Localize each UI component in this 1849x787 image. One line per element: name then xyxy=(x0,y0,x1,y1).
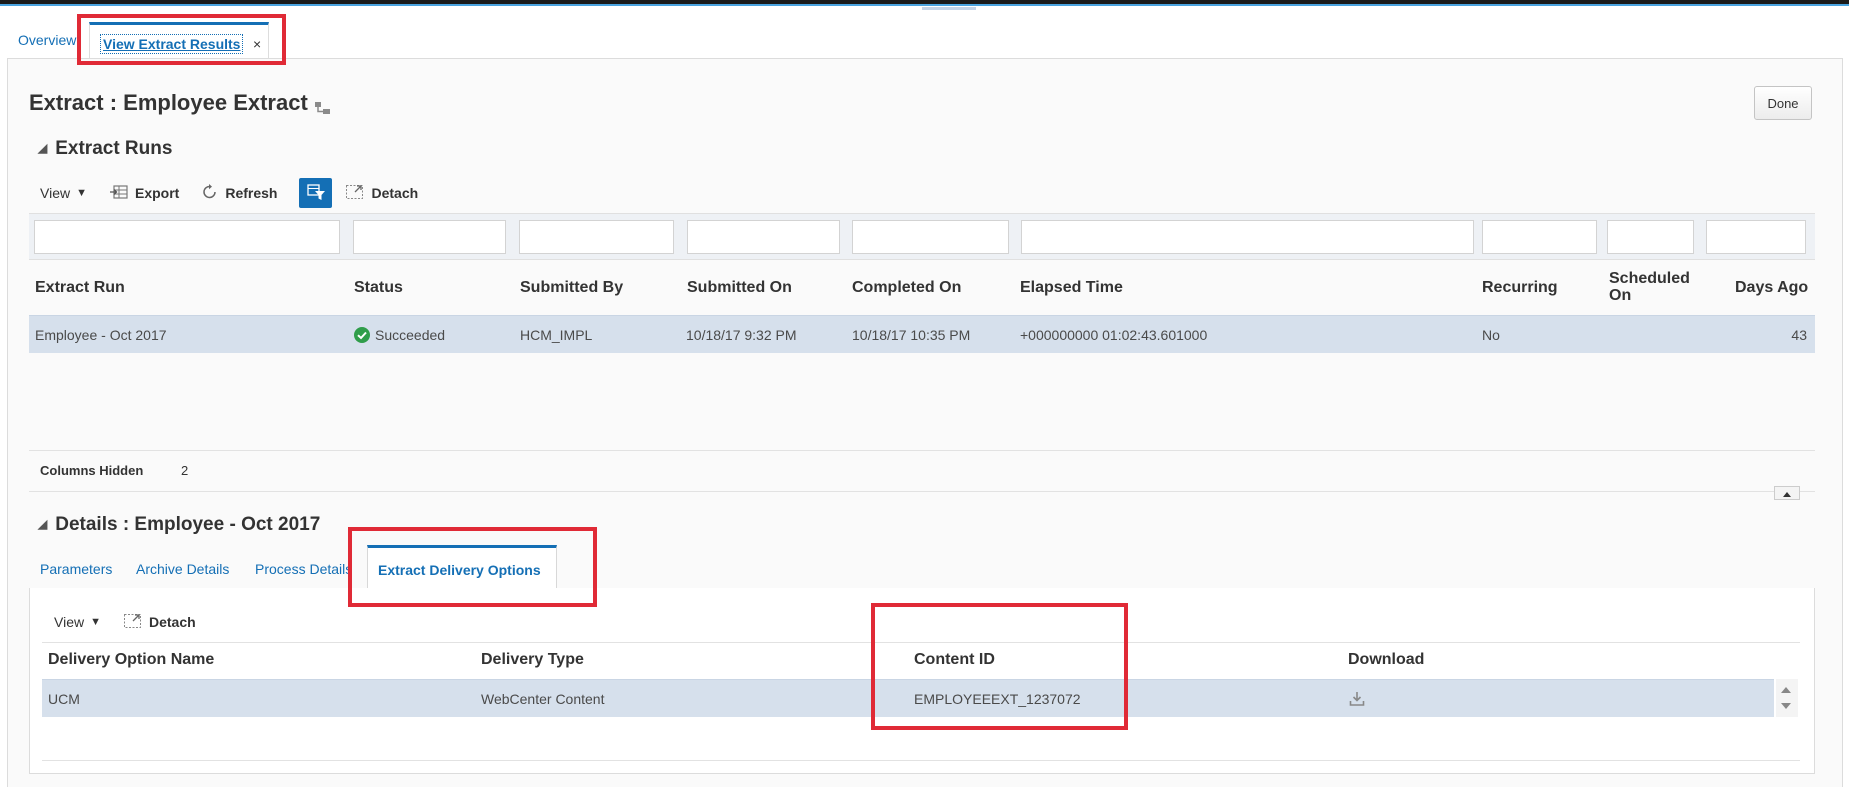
runs-toolbar: View ▼ Export Refresh Detach xyxy=(40,178,440,208)
cell-status: Succeeded xyxy=(354,327,445,343)
tab-extract-delivery-options-label: Extract Delivery Options xyxy=(378,562,541,578)
table-row[interactable]: UCM WebCenter Content EMPLOYEEEXT_123707… xyxy=(42,679,1774,717)
tab-overview[interactable]: Overview xyxy=(18,32,76,48)
filter-elapsed-time[interactable] xyxy=(1021,220,1474,254)
page-title-text: Extract : Employee Extract xyxy=(29,90,308,115)
detach-label: Detach xyxy=(371,185,419,201)
detach-label: Detach xyxy=(148,614,196,630)
refresh-button[interactable]: Refresh xyxy=(201,183,277,204)
status-text: Succeeded xyxy=(375,327,446,343)
collapse-triangle-icon[interactable]: ◢ xyxy=(38,517,47,531)
tab-parameters[interactable]: Parameters xyxy=(40,561,112,577)
export-button[interactable]: Export xyxy=(109,183,179,204)
col-extract-run[interactable]: Extract Run xyxy=(35,279,125,296)
columns-hidden-count[interactable]: 2 xyxy=(181,463,188,478)
detach-button[interactable]: Detach xyxy=(345,183,418,204)
page-tab-bar: Overview View Extract Results × xyxy=(0,22,1849,60)
page-title: Extract : Employee Extract xyxy=(29,90,332,116)
columns-hidden-bar: Columns Hidden 2 xyxy=(29,450,1815,492)
extract-runs-title: Extract Runs xyxy=(55,138,173,159)
tab-view-extract-results[interactable]: View Extract Results × xyxy=(89,22,269,60)
delivery-header-divider xyxy=(42,642,1800,643)
caret-down-icon: ▼ xyxy=(90,616,101,628)
view-menu-label: View xyxy=(54,614,85,630)
delivery-toolbar: View ▼ Detach xyxy=(54,609,218,635)
tab-archive-details[interactable]: Archive Details xyxy=(136,561,229,577)
detach-button[interactable]: Detach xyxy=(123,612,196,633)
window-top-strip xyxy=(0,0,1849,10)
caret-down-icon: ▼ xyxy=(76,187,87,199)
query-by-example-button[interactable] xyxy=(299,178,333,208)
delivery-footer-divider xyxy=(42,760,1800,761)
col-delivery-option-name[interactable]: Delivery Option Name xyxy=(48,651,214,669)
detach-icon xyxy=(123,612,143,633)
cell-delivery-option-name: UCM xyxy=(48,691,80,707)
done-button[interactable]: Done xyxy=(1754,86,1812,120)
cell-delivery-type: WebCenter Content xyxy=(481,691,605,707)
filter-extract-run[interactable] xyxy=(34,220,340,254)
cell-completed-on: 10/18/17 10:35 PM xyxy=(852,327,971,343)
col-delivery-type[interactable]: Delivery Type xyxy=(481,651,584,669)
col-days-ago[interactable]: Days Ago xyxy=(1735,279,1808,296)
view-menu[interactable]: View ▼ xyxy=(40,185,87,201)
cell-recurring: No xyxy=(1482,327,1500,343)
filter-status[interactable] xyxy=(353,220,506,254)
details-title: Details : Employee - Oct 2017 xyxy=(55,514,321,535)
col-completed-on[interactable]: Completed On xyxy=(852,279,961,296)
filter-icon xyxy=(306,183,326,204)
collapse-triangle-icon[interactable]: ◢ xyxy=(38,141,47,155)
close-icon[interactable]: × xyxy=(253,36,261,52)
filter-recurring[interactable] xyxy=(1482,220,1597,254)
cell-content-id: EMPLOYEEEXT_1237072 xyxy=(914,691,1081,707)
table-row[interactable]: Employee - Oct 2017 Succeeded HCM_IMPL 1… xyxy=(29,315,1815,353)
cell-submitted-on: 10/18/17 9:32 PM xyxy=(686,327,797,343)
extract-runs-header[interactable]: ◢ Extract Runs xyxy=(38,138,172,160)
columns-hidden-label: Columns Hidden xyxy=(40,463,144,478)
export-icon xyxy=(109,183,129,204)
col-scheduled-on[interactable]: Scheduled On xyxy=(1609,270,1699,304)
cell-submitted-by: HCM_IMPL xyxy=(520,327,593,343)
check-icon xyxy=(354,327,370,343)
cell-elapsed-time: +000000000 01:02:43.601000 xyxy=(1020,327,1208,343)
cell-extract-run: Employee - Oct 2017 xyxy=(35,327,167,343)
col-content-id[interactable]: Content ID xyxy=(914,651,995,669)
col-download[interactable]: Download xyxy=(1348,651,1424,669)
splitter-collapse-button[interactable] xyxy=(1774,486,1800,500)
scroll-up-icon[interactable] xyxy=(1781,687,1791,693)
filter-scheduled-on[interactable] xyxy=(1607,220,1694,254)
vertical-scrollbar[interactable] xyxy=(1776,679,1798,717)
detach-icon xyxy=(345,183,365,204)
col-recurring[interactable]: Recurring xyxy=(1482,279,1558,296)
filter-submitted-on[interactable] xyxy=(687,220,840,254)
refresh-label: Refresh xyxy=(225,185,278,201)
triangle-up-icon xyxy=(1783,492,1791,497)
col-submitted-on[interactable]: Submitted On xyxy=(687,279,792,296)
detail-tab-bar: Parameters Archive Details Process Detai… xyxy=(29,545,1815,590)
details-header[interactable]: ◢ Details : Employee - Oct 2017 xyxy=(38,514,320,536)
filter-days-ago[interactable] xyxy=(1706,220,1806,254)
hierarchy-icon[interactable] xyxy=(314,96,332,115)
top-accent-line xyxy=(0,4,1849,6)
filter-row xyxy=(29,213,1815,260)
cell-days-ago: 43 xyxy=(1791,327,1807,343)
tab-process-details[interactable]: Process Details xyxy=(255,561,352,577)
tab-view-extract-results-label[interactable]: View Extract Results xyxy=(100,34,244,54)
col-status[interactable]: Status xyxy=(354,279,403,296)
view-menu[interactable]: View ▼ xyxy=(54,614,101,630)
export-label: Export xyxy=(134,185,180,201)
col-submitted-by[interactable]: Submitted By xyxy=(520,279,623,296)
refresh-icon xyxy=(201,183,219,204)
top-drag-handle[interactable] xyxy=(922,7,976,10)
col-elapsed-time[interactable]: Elapsed Time xyxy=(1020,279,1123,296)
view-menu-label: View xyxy=(40,185,71,201)
download-icon[interactable] xyxy=(1348,690,1366,711)
tab-extract-delivery-options[interactable]: Extract Delivery Options xyxy=(367,545,557,590)
filter-submitted-by[interactable] xyxy=(519,220,674,254)
scroll-down-icon[interactable] xyxy=(1781,703,1791,709)
filter-completed-on[interactable] xyxy=(852,220,1009,254)
